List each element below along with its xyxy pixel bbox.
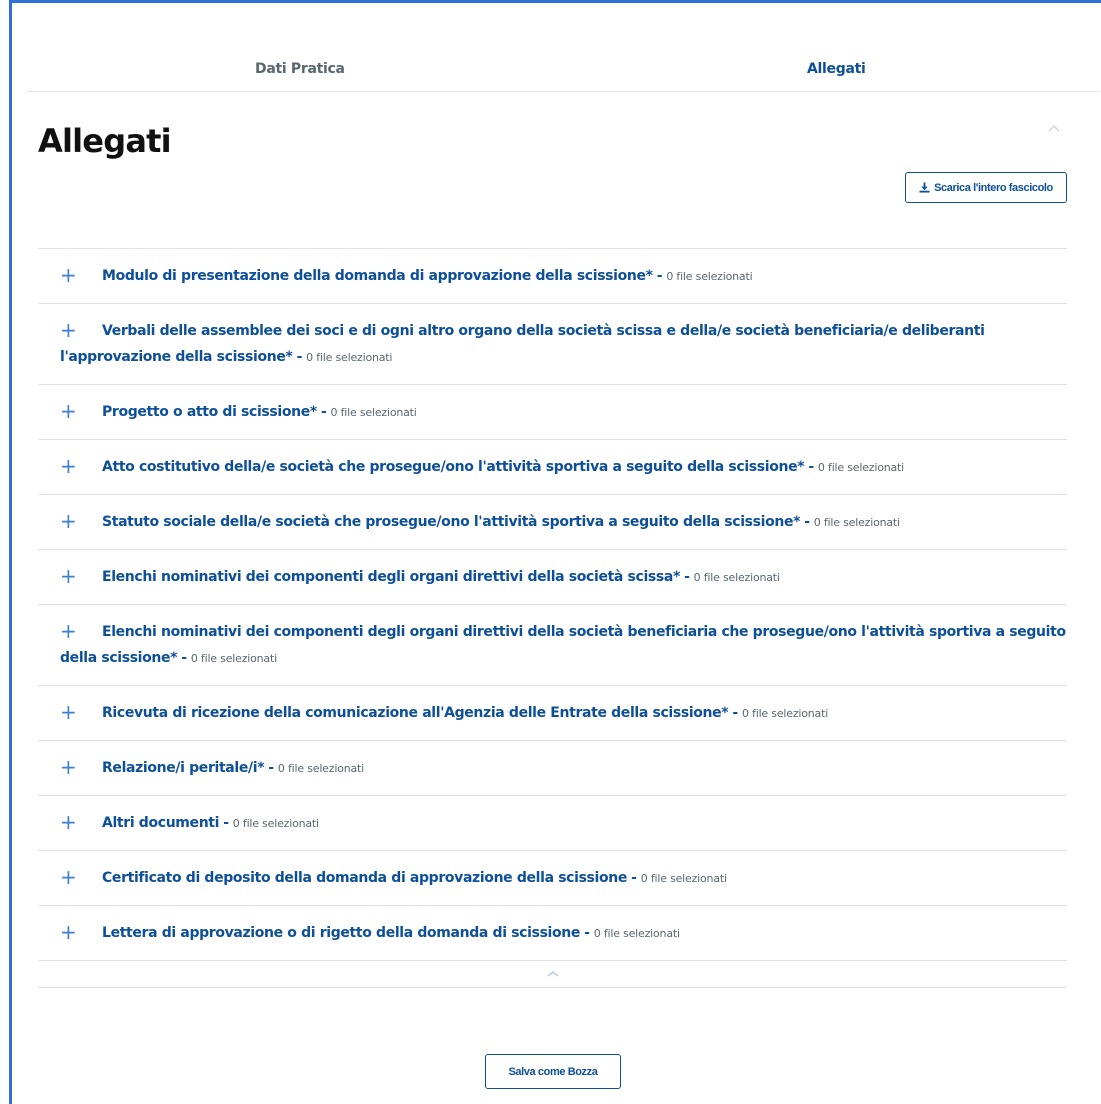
attachment-label: Atto costitutivo della/e società che pro… (102, 459, 805, 475)
attachment-count: 0 file selezionati (277, 762, 364, 775)
save-draft-button[interactable]: Salva come Bozza (485, 1054, 621, 1089)
attachment-item[interactable]: + Elenchi nominativi dei componenti degli… (38, 550, 1067, 605)
attachment-item[interactable]: + Certificato di deposito della domanda d… (38, 851, 1067, 906)
tab-bar: Dati Pratica Allegati (27, 51, 1100, 92)
attachment-label: Elenchi nominativi dei componenti degli … (102, 569, 680, 585)
attachment-count: 0 file selezionati (306, 351, 393, 364)
attachment-item[interactable]: + Statuto sociale della/e società che pro… (38, 495, 1067, 550)
attachment-count: 0 file selezionati (741, 707, 829, 720)
download-dossier-button[interactable]: Scarica l'intero fascicolo (905, 172, 1067, 203)
attachment-label: Lettera di approvazione o di rigetto del… (102, 925, 581, 941)
attachment-item[interactable]: + Modulo di presentazione della domanda d… (38, 249, 1067, 304)
plus-icon[interactable]: + (60, 509, 80, 533)
attachment-count: 0 file selezionati (640, 872, 727, 885)
attachment-item[interactable]: + Ricevuta di ricezione della comunicazio… (38, 686, 1067, 741)
attachment-item[interactable]: + Relazione/i peritale/i* - 0 file selezi… (38, 741, 1067, 796)
plus-icon[interactable]: + (60, 865, 80, 889)
attachment-count: 0 file selezionati (813, 516, 900, 529)
attachment-count: 0 file selezionati (817, 461, 905, 474)
attachment-label: Verbali delle assemblee dei soci e di og… (60, 323, 985, 365)
plus-icon[interactable]: + (60, 318, 80, 342)
plus-icon[interactable]: + (60, 454, 80, 478)
plus-icon[interactable]: + (60, 810, 80, 834)
plus-icon[interactable]: + (60, 920, 80, 944)
section-title: Allegati (38, 122, 172, 160)
attachment-label: Modulo di presentazione della domanda di… (102, 268, 653, 284)
attachment-label: Ricevuta di ricezione della comunicazion… (102, 705, 729, 721)
attachment-count: 0 file selezionati (666, 270, 753, 283)
attachment-count: 0 file selezionati (693, 571, 780, 584)
attachment-item[interactable]: + Elenchi nominativi dei componenti degli… (38, 605, 1067, 686)
plus-icon[interactable]: + (60, 619, 80, 643)
attachment-count: 0 file selezionati (593, 927, 680, 940)
collapse-all-row[interactable] (38, 961, 1067, 988)
download-dossier-label: Scarica l'intero fascicolo (934, 181, 1053, 194)
attachment-label: Statuto sociale della/e società che pros… (102, 514, 801, 530)
tab-dati-pratica[interactable]: Dati Pratica (255, 61, 345, 77)
chevron-up-icon[interactable] (546, 969, 560, 979)
chevron-up-icon[interactable] (1046, 122, 1062, 134)
attachment-label: Progetto o atto di scissione* (102, 404, 317, 420)
download-icon (919, 182, 930, 193)
attachment-item[interactable]: + Atto costitutivo della/e società che pr… (38, 440, 1067, 495)
attachment-count: 0 file selezionati (330, 406, 417, 419)
attachment-item[interactable]: + Verbali delle assemblee dei soci e di o… (38, 304, 1067, 385)
attachment-list: + Modulo di presentazione della domanda d… (38, 248, 1067, 988)
attachment-item[interactable]: + Progetto o atto di scissione* - 0 file … (38, 385, 1067, 440)
tab-allegati[interactable]: Allegati (807, 61, 866, 77)
attachment-label: Relazione/i peritale/i* (102, 760, 265, 776)
plus-icon[interactable]: + (60, 263, 80, 287)
attachment-count: 0 file selezionati (190, 652, 277, 665)
attachment-item[interactable]: + Altri documenti - 0 file selezionati (38, 796, 1067, 851)
attachment-count: 0 file selezionati (232, 817, 319, 830)
attachment-item[interactable]: + Lettera di approvazione o di rigetto de… (38, 906, 1067, 961)
plus-icon[interactable]: + (60, 700, 80, 724)
attachment-label: Certificato di deposito della domanda di… (102, 870, 628, 886)
plus-icon[interactable]: + (60, 399, 80, 423)
attachment-label: Altri documenti (102, 815, 220, 831)
plus-icon[interactable]: + (60, 755, 80, 779)
plus-icon[interactable]: + (60, 564, 80, 588)
